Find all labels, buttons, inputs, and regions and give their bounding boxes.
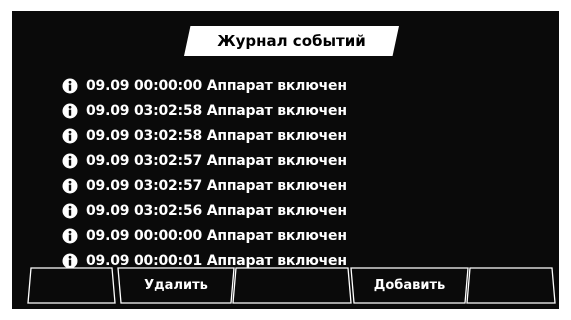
delete-button-label: Удалить [144,277,208,293]
event-date: 09.09 [86,227,130,244]
event-date: 09.09 [86,127,130,144]
event-message: Аппарат включен [206,127,347,144]
info-icon [62,103,78,119]
list-item[interactable]: 09.09 03:02:57 Аппарат включен [62,148,347,173]
info-icon [62,228,78,244]
event-message: Аппарат включен [206,77,347,94]
event-message: Аппарат включен [206,102,347,119]
event-time: 00:00:00 [133,77,203,94]
event-message: Аппарат включен [206,227,347,244]
event-time: 00:00:00 [133,227,203,244]
delete-button[interactable]: Удалить [119,265,233,305]
toolbar-button-3[interactable] [234,265,350,305]
event-date: 09.09 [86,152,130,169]
event-message: Аппарат включен [206,202,347,219]
info-icon [62,153,78,169]
event-date: 09.09 [86,202,130,219]
info-icon [62,178,78,194]
event-time: 03:02:57 [133,177,203,194]
page-title-label: Журнал событий [217,32,366,50]
bottom-toolbar: Удалить Добавить [27,265,557,305]
event-date: 09.09 [86,177,130,194]
list-item[interactable]: 09.09 03:02:58 Аппарат включен [62,123,347,148]
list-item[interactable]: 09.09 03:02:58 Аппарат включен [62,98,347,123]
event-message: Аппарат включен [206,152,347,169]
event-time: 03:02:58 [133,127,203,144]
event-list: 09.09 00:00:00 Аппарат включен 09.09 03:… [62,73,347,273]
toolbar-button-1[interactable] [29,265,115,305]
list-item[interactable]: 09.09 03:02:57 Аппарат включен [62,173,347,198]
event-time: 03:02:56 [133,202,203,219]
add-button[interactable]: Добавить [352,265,467,305]
list-item[interactable]: 09.09 00:00:00 Аппарат включен [62,73,347,98]
list-item[interactable]: 09.09 00:00:00 Аппарат включен [62,223,347,248]
info-icon [62,78,78,94]
info-icon [62,203,78,219]
event-time: 03:02:58 [133,102,203,119]
page-title: Журнал событий [184,26,399,56]
event-date: 09.09 [86,102,130,119]
add-button-label: Добавить [373,277,446,293]
event-time: 03:02:57 [133,152,203,169]
info-icon [62,128,78,144]
event-date: 09.09 [86,77,130,94]
event-message: Аппарат включен [206,177,347,194]
toolbar-button-5[interactable] [468,265,554,305]
event-log-screen: Журнал событий 09.09 00:00:00 Аппарат вк… [12,11,559,309]
list-item[interactable]: 09.09 03:02:56 Аппарат включен [62,198,347,223]
